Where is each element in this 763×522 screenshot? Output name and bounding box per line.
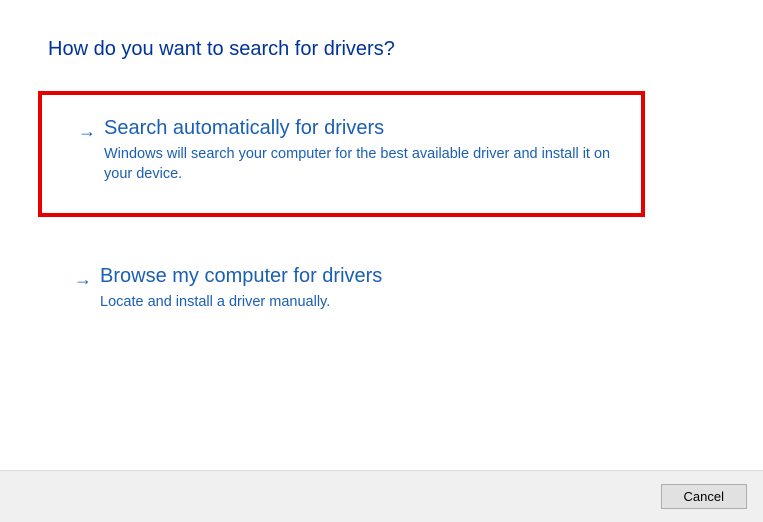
dialog-content: How do you want to search for drivers? →… <box>0 0 763 332</box>
option-body: Search automatically for drivers Windows… <box>104 117 621 185</box>
arrow-right-icon: → <box>74 269 92 290</box>
option-body: Browse my computer for drivers Locate an… <box>100 265 695 312</box>
option-row: → Browse my computer for drivers Locate … <box>74 265 695 312</box>
option-browse-computer[interactable]: → Browse my computer for drivers Locate … <box>48 247 715 332</box>
dialog-footer: Cancel <box>0 470 763 522</box>
option-title: Search automatically for drivers <box>104 117 621 140</box>
option-description: Locate and install a driver manually. <box>100 292 695 312</box>
option-search-automatically[interactable]: → Search automatically for drivers Windo… <box>38 91 645 217</box>
cancel-button[interactable]: Cancel <box>661 484 747 509</box>
option-description: Windows will search your computer for th… <box>104 144 621 185</box>
option-row: → Search automatically for drivers Windo… <box>78 117 621 185</box>
option-title: Browse my computer for drivers <box>100 265 695 288</box>
arrow-right-icon: → <box>78 121 96 142</box>
page-title: How do you want to search for drivers? <box>48 38 715 61</box>
